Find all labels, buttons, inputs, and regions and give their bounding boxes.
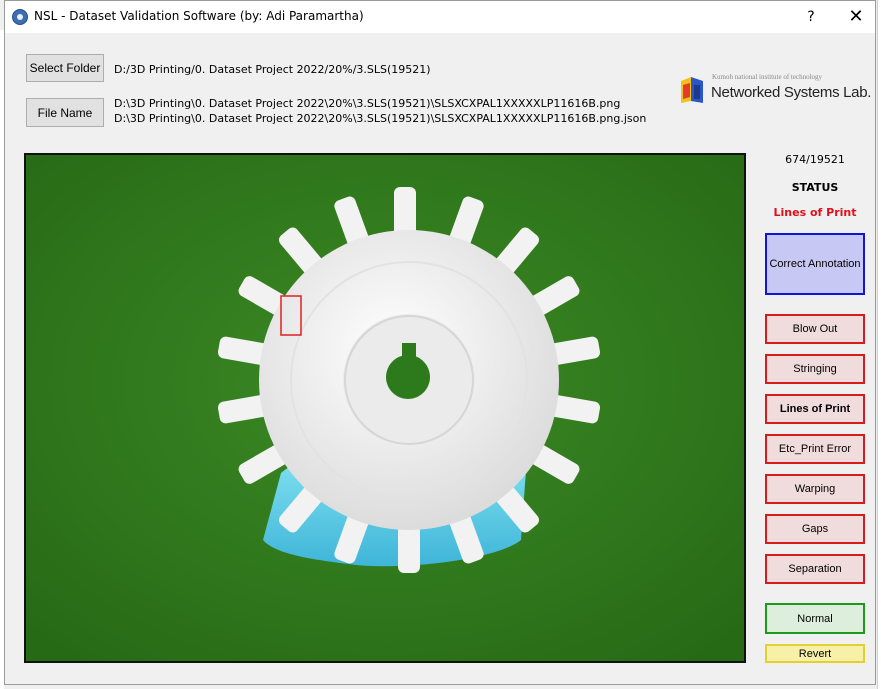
status-value: Lines of Print [773, 206, 857, 219]
warping-button[interactable]: Warping [765, 474, 865, 504]
json-path-label: D:\3D Printing\0. Dataset Project 2022\2… [114, 112, 647, 125]
main-window: NSL - Dataset Validation Software (by: A… [4, 0, 876, 685]
file-name-button[interactable]: File Name [26, 98, 104, 127]
logo-name: Networked Systems Lab. [711, 84, 872, 101]
correct-annotation-button[interactable]: Correct Annotation [765, 233, 865, 295]
blow-out-button[interactable]: Blow Out [765, 314, 865, 344]
folder-path-label: D:/3D Printing/0. Dataset Project 2022/2… [114, 63, 431, 76]
nsl-logo-icon [681, 77, 703, 103]
close-button[interactable]: ✕ [845, 7, 867, 27]
normal-button[interactable]: Normal [765, 603, 865, 634]
app-icon [12, 9, 28, 25]
revert-button[interactable]: Revert [765, 644, 865, 663]
title-bar: NSL - Dataset Validation Software (by: A… [5, 1, 875, 33]
image-path-label: D:\3D Printing\0. Dataset Project 2022\2… [114, 97, 621, 110]
background-app-right-edge [877, 0, 881, 689]
lines-of-print-button[interactable]: Lines of Print [765, 394, 865, 424]
help-button[interactable]: ? [801, 7, 821, 27]
window-title: NSL - Dataset Validation Software (by: A… [34, 9, 364, 23]
image-counter: 674/19521 [785, 153, 845, 166]
gear-photo [26, 155, 744, 661]
separation-button[interactable]: Separation [765, 554, 865, 584]
etc-print-error-button[interactable]: Etc_Print Error [765, 434, 865, 464]
image-viewer[interactable] [24, 153, 746, 663]
logo-subtitle: Kumoh national institute of technology [712, 73, 823, 81]
stringing-button[interactable]: Stringing [765, 354, 865, 384]
nsl-logo: Kumoh national institute of technology N… [679, 72, 871, 106]
gaps-button[interactable]: Gaps [765, 514, 865, 544]
status-title: STATUS [791, 181, 839, 194]
select-folder-button[interactable]: Select Folder [26, 54, 104, 82]
